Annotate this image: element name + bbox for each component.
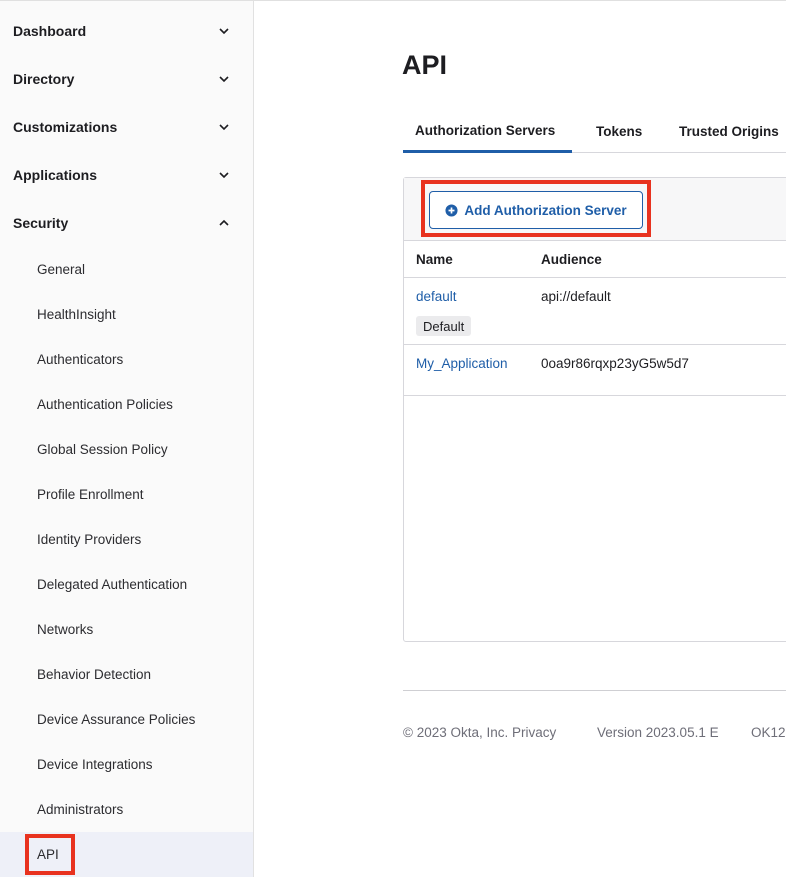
plus-circle-icon [445, 203, 458, 217]
add-authorization-server-button[interactable]: Add Authorization Server [429, 191, 643, 229]
server-name-link[interactable]: My_Application [416, 356, 508, 371]
sidebar-item-authentication-policies[interactable]: Authentication Policies [0, 382, 253, 427]
tab-tokens[interactable]: Tokens [596, 110, 642, 153]
table-row: default api://default Default [404, 278, 786, 345]
authorization-servers-panel: Add Authorization Server Name Audience d… [403, 177, 786, 642]
footer-divider [403, 690, 786, 691]
sidebar-section-label: Directory [13, 71, 75, 87]
chevron-down-icon [217, 168, 231, 182]
sidebar-item-device-integrations[interactable]: Device Integrations [0, 742, 253, 787]
table-row: My_Application 0oa9r86rqxp23yG5w5d7 [404, 345, 786, 396]
table-header: Name Audience [404, 241, 786, 278]
chevron-down-icon [217, 72, 231, 86]
api-highlight-box [25, 834, 75, 875]
audience-value: api://default [541, 289, 611, 304]
audience-value: 0oa9r86rqxp23yG5w5d7 [541, 356, 689, 371]
page-title: API [402, 50, 448, 80]
sidebar-item-behavior-detection[interactable]: Behavior Detection [0, 652, 253, 697]
sidebar-section-customizations[interactable]: Customizations [0, 103, 253, 151]
sidebar-item-device-assurance-policies[interactable]: Device Assurance Policies [0, 697, 253, 742]
sidebar-item-authenticators[interactable]: Authenticators [0, 337, 253, 382]
sidebar-section-security[interactable]: Security [0, 199, 253, 247]
chevron-up-icon [217, 216, 231, 230]
tab-bar: Authorization Servers Tokens Trusted Ori… [403, 110, 786, 153]
sidebar-item-global-session-policy[interactable]: Global Session Policy [0, 427, 253, 472]
sidebar-section-dashboard[interactable]: Dashboard [0, 7, 253, 55]
sidebar-item-administrators[interactable]: Administrators [0, 787, 253, 832]
sidebar-section-directory[interactable]: Directory [0, 55, 253, 103]
sidebar-section-label: Security [13, 215, 69, 231]
chevron-down-icon [217, 120, 231, 134]
column-header-name[interactable]: Name [416, 241, 453, 278]
server-name-link[interactable]: default [416, 289, 457, 304]
chevron-down-icon [217, 24, 231, 38]
panel-toolbar: Add Authorization Server [404, 178, 786, 241]
sidebar-item-delegated-authentication[interactable]: Delegated Authentication [0, 562, 253, 607]
sidebar-section-label: Customizations [13, 119, 118, 135]
add-authorization-server-label: Add Authorization Server [464, 202, 627, 218]
sidebar-item-general[interactable]: General [0, 247, 253, 292]
footer-cell: OK12 [751, 725, 786, 740]
default-badge: Default [416, 316, 472, 336]
sidebar-item-healthinsight[interactable]: HealthInsight [0, 292, 253, 337]
footer-version: Version 2023.05.1 E [597, 725, 719, 740]
sidebar-item-identity-providers[interactable]: Identity Providers [0, 517, 253, 562]
sidebar-item-networks[interactable]: Networks [0, 607, 253, 652]
sidebar-item-profile-enrollment[interactable]: Profile Enrollment [0, 472, 253, 517]
tab-authorization-servers[interactable]: Authorization Servers [403, 110, 572, 153]
tab-trusted-origins[interactable]: Trusted Origins [679, 110, 779, 153]
footer-copyright[interactable]: © 2023 Okta, Inc. Privacy [403, 725, 556, 740]
sidebar: Dashboard Directory Customizations Appli… [0, 1, 254, 877]
sidebar-section-applications[interactable]: Applications [0, 151, 253, 199]
column-header-audience[interactable]: Audience [541, 241, 602, 278]
sidebar-section-label: Dashboard [13, 23, 87, 39]
sidebar-section-label: Applications [13, 167, 98, 183]
